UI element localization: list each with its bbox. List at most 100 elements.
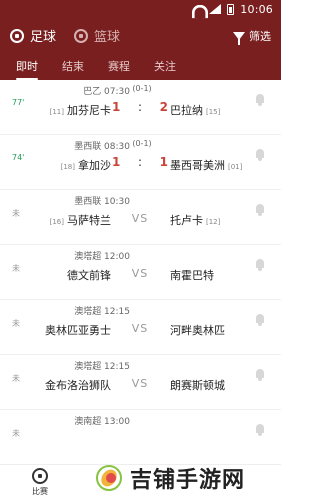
away-team-name: 托卢卡: [170, 214, 203, 227]
match-row[interactable]: 未 澳塔超 12:15 奥林匹亚勇士 VS 河畔奥林匹: [0, 300, 281, 355]
match-tabs: 即时 结束 赛程 关注: [0, 53, 281, 80]
sport-football[interactable]: 足球: [10, 26, 56, 45]
home-rank: [18]: [60, 163, 75, 171]
battery-icon: [227, 3, 235, 15]
bell-icon[interactable]: [255, 259, 265, 271]
home-team: [16] 马萨特兰: [36, 212, 111, 228]
home-team-name: 拿加沙: [78, 159, 111, 172]
match-row[interactable]: 未 澳南超 13:00: [0, 410, 281, 464]
bell-icon[interactable]: [255, 94, 265, 106]
bell-icon[interactable]: [255, 369, 265, 381]
home-team-name: 金布洛治狮队: [45, 379, 111, 392]
match-list: 77' 巴乙 07:30 (0-1) [11] 加芬尼卡 1 : 2 巴拉纳 [15…: [0, 80, 281, 464]
away-team-name: 朗赛斯顿城: [170, 379, 225, 392]
away-team: 托卢卡 [12]: [170, 212, 260, 228]
home-team: 金布洛治狮队: [36, 377, 111, 393]
tab-followed[interactable]: 关注: [154, 58, 176, 80]
match-status: 未: [12, 264, 20, 273]
match-minute: 74': [12, 153, 25, 162]
home-score: 1: [112, 100, 121, 114]
half-score: (0-1): [132, 84, 152, 93]
home-rank: [16]: [49, 218, 64, 226]
nav-matches[interactable]: 比赛: [0, 468, 80, 497]
away-team-name: 墨西哥美洲: [170, 159, 225, 172]
tab-schedule[interactable]: 赛程: [108, 58, 130, 80]
league-time: 墨西联 08:30: [74, 142, 130, 152]
match-status: 未: [12, 374, 20, 383]
basketball-icon: [74, 28, 89, 43]
home-team: [18] 拿加沙: [36, 157, 111, 173]
match-status: 未: [12, 209, 20, 218]
half-score: (0-1): [132, 139, 152, 148]
bell-icon[interactable]: [255, 314, 265, 326]
bell-icon[interactable]: [255, 424, 265, 436]
league-time: 澳塔超 12:15: [74, 307, 130, 317]
vs-label: VS: [131, 212, 149, 225]
soccer-ball-icon: [32, 468, 48, 484]
top-header: 10:06 足球 篮球 筛选 即时 结束 赛程 关注: [0, 0, 281, 80]
filter-icon: [233, 31, 245, 45]
home-rank: [11]: [49, 108, 64, 116]
away-team-name: 河畔奥林匹: [170, 324, 225, 337]
status-time: 10:06: [240, 2, 273, 16]
home-team: [11] 加芬尼卡: [36, 102, 111, 118]
league-time: 澳南超 13:00: [74, 417, 130, 427]
away-rank: [15]: [206, 108, 221, 116]
away-team-name: 巴拉纳: [170, 104, 203, 117]
vs-label: VS: [131, 322, 149, 335]
sport-switcher: 足球 篮球 筛选: [0, 18, 281, 53]
home-team: 奥林匹亚勇士: [36, 322, 111, 338]
home-team-name: 加芬尼卡: [67, 104, 111, 117]
score-separator: :: [137, 155, 143, 169]
match-score: 1 : 1: [112, 155, 168, 169]
match-row[interactable]: 77' 巴乙 07:30 (0-1) [11] 加芬尼卡 1 : 2 巴拉纳 [15…: [0, 80, 281, 135]
match-row[interactable]: 未 澳塔超 12:15 金布洛治狮队 VS 朗赛斯顿城: [0, 355, 281, 410]
match-row[interactable]: 未 墨西联 10:30 [16] 马萨特兰 VS 托卢卡 [12]: [0, 190, 281, 245]
filter-button[interactable]: 筛选: [233, 28, 271, 45]
filter-label: 筛选: [249, 29, 271, 43]
vs-label: VS: [131, 267, 149, 280]
league-time: 澳塔超 12:00: [74, 252, 130, 262]
match-status: 未: [12, 429, 20, 438]
tab-live[interactable]: 即时: [16, 58, 38, 80]
away-score: 2: [159, 100, 168, 114]
away-rank: [12]: [206, 218, 221, 226]
league-time: 墨西联 10:30: [74, 197, 130, 207]
away-team: 南霍巴特: [170, 267, 260, 283]
home-team-name: 奥林匹亚勇士: [45, 324, 111, 337]
match-row[interactable]: 未 澳塔超 12:00 德文前锋 VS 南霍巴特: [0, 245, 281, 300]
tab-finished[interactable]: 结束: [62, 58, 84, 80]
bell-icon[interactable]: [255, 149, 265, 161]
away-team: 巴拉纳 [15]: [170, 102, 260, 118]
bell-icon[interactable]: [255, 204, 265, 216]
home-team-name: 马萨特兰: [67, 214, 111, 227]
sport-basketball[interactable]: 篮球: [74, 26, 120, 45]
score-separator: :: [137, 100, 143, 114]
home-team: 德文前锋: [36, 267, 111, 283]
away-team-name: 南霍巴特: [170, 269, 214, 282]
watermark-icon: [96, 465, 122, 491]
league-time: 澳塔超 12:15: [74, 362, 130, 372]
signal-icon: [209, 4, 222, 14]
league-time: 巴乙 07:30: [83, 87, 130, 97]
watermark-text: 吉铺手游网: [130, 468, 246, 493]
away-rank: [01]: [228, 163, 243, 171]
away-team: 河畔奥林匹: [170, 322, 260, 338]
status-bar: 10:06: [0, 0, 281, 18]
match-row[interactable]: 74' 墨西联 08:30 (0-1) [18] 拿加沙 1 : 1 墨西哥美洲[…: [0, 135, 281, 190]
home-score: 1: [112, 155, 121, 169]
match-score: 1 : 2: [112, 100, 168, 114]
soccer-ball-icon: [10, 28, 24, 43]
match-status: 未: [12, 319, 20, 328]
app-root: 10:06 足球 篮球 筛选 即时 结束 赛程 关注 77' 巴乙 07:30 …: [0, 0, 281, 500]
away-team: 墨西哥美洲 [01]: [170, 157, 260, 173]
wifi-icon: [191, 4, 203, 14]
nav-matches-label: 比赛: [32, 487, 48, 496]
watermark-logo: 吉铺手游网: [96, 462, 245, 494]
sport-football-label: 足球: [30, 30, 57, 45]
sport-basketball-label: 篮球: [94, 30, 121, 45]
match-minute: 77': [12, 98, 25, 107]
vs-label: VS: [131, 377, 149, 390]
away-team: 朗赛斯顿城: [170, 377, 260, 393]
away-score: 1: [159, 155, 168, 169]
